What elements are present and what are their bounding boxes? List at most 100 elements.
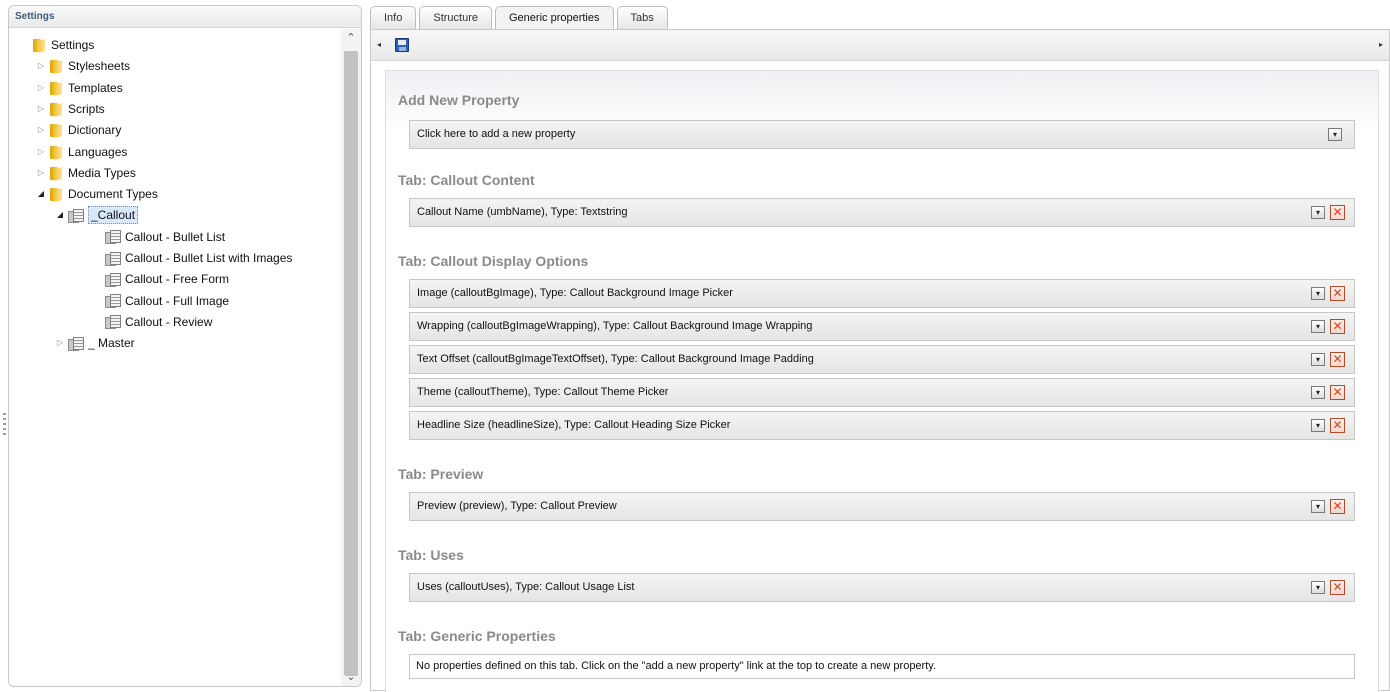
tree-item[interactable]: ▷ Dictionary [36, 120, 121, 140]
expand-arrow-icon[interactable]: ▷ [55, 333, 65, 353]
collapse-arrow-icon[interactable]: ◢ [36, 184, 46, 204]
delete-icon[interactable]: ✕ [1330, 352, 1345, 367]
expand-arrow-icon[interactable]: ▷ [36, 163, 46, 183]
tree-item-label[interactable]: Callout - Full Image [125, 291, 229, 311]
tree-item-label[interactable]: _ Master [88, 333, 135, 353]
delete-icon[interactable]: ✕ [1330, 205, 1345, 220]
chevron-down-icon[interactable]: ▾ [1311, 320, 1325, 333]
delete-icon[interactable]: ✕ [1330, 580, 1345, 595]
property-row[interactable]: Image (calloutBgImage), Type: Callout Ba… [409, 279, 1355, 308]
chevron-down-icon[interactable]: ▾ [1311, 386, 1325, 399]
property-label: Text Offset (calloutBgImageTextOffset), … [417, 353, 814, 365]
property-label: Image (calloutBgImage), Type: Callout Ba… [417, 287, 733, 299]
tree-item[interactable]: ▷ Templates [36, 78, 123, 98]
expand-arrow-icon[interactable]: ▷ [36, 99, 46, 119]
save-icon[interactable] [395, 38, 409, 52]
property-label: Callout Name (umbName), Type: Textstring [417, 206, 628, 218]
settings-tree: Settings ▷ Stylesheets ▷ Templates ▷ Scripts ▷ D… [9, 29, 341, 686]
property-row[interactable]: Callout Name (umbName), Type: Textstring… [409, 198, 1355, 227]
tree-item[interactable]: ▷ _ Master [55, 333, 135, 353]
tree-item-label[interactable]: Templates [68, 78, 123, 98]
document-type-editor: ◂ ▸ Add New Property Click here to add a… [370, 29, 1390, 692]
tree-item[interactable]: Callout - Review [92, 312, 212, 332]
property-label: Uses (calloutUses), Type: Callout Usage … [417, 581, 635, 593]
scroll-down-icon[interactable]: ⌄ [341, 668, 361, 686]
property-row[interactable]: Wrapping (calloutBgImageWrapping), Type:… [409, 312, 1355, 341]
tab-structure[interactable]: Structure [419, 6, 492, 29]
tab-info[interactable]: Info [370, 6, 417, 29]
folder-icon [49, 102, 63, 116]
section-title: Tab: Callout Content [398, 172, 535, 188]
tree-item-label[interactable]: Callout - Bullet List [125, 227, 225, 247]
tree-item-label[interactable]: Dictionary [68, 120, 121, 140]
tree-item-label[interactable]: Languages [68, 142, 127, 162]
delete-icon[interactable]: ✕ [1330, 385, 1345, 400]
tree-item[interactable]: ▷ Scripts [36, 99, 105, 119]
tab-tabs[interactable]: Tabs [616, 6, 668, 29]
delete-icon[interactable]: ✕ [1330, 418, 1345, 433]
tab-bar: Info Structure Generic properties Tabs [370, 6, 671, 29]
collapse-arrow-icon[interactable]: ◢ [55, 205, 65, 225]
document-type-icon [105, 251, 121, 266]
property-row[interactable]: Headline Size (headlineSize), Type: Call… [409, 411, 1355, 440]
expand-arrow-icon[interactable]: ▷ [36, 56, 46, 76]
folder-icon [49, 166, 63, 180]
panel-header: Settings [9, 6, 361, 28]
tree-item[interactable]: Callout - Free Form [92, 269, 229, 289]
scrollbar-thumb[interactable] [344, 51, 358, 676]
chevron-down-icon[interactable]: ▾ [1311, 353, 1325, 366]
chevron-down-icon[interactable]: ▾ [1311, 500, 1325, 513]
expand-arrow-icon[interactable]: ▷ [36, 120, 46, 140]
tree-item[interactable]: ◢ Document Types [36, 184, 158, 204]
tree-item-label[interactable]: Callout - Review [125, 312, 212, 332]
folder-icon [32, 38, 46, 52]
tree-item[interactable]: ▷ Languages [36, 142, 127, 162]
tree-item[interactable]: Callout - Bullet List with Images [92, 248, 292, 268]
section-title: Tab: Callout Display Options [398, 253, 589, 269]
document-type-icon [105, 272, 121, 287]
tree-item-label[interactable]: Document Types [68, 184, 158, 204]
panel-splitter-handle[interactable] [3, 413, 6, 437]
chevron-down-icon[interactable]: ▾ [1311, 581, 1325, 594]
toolbar-scroll-left-icon[interactable]: ◂ [377, 40, 381, 49]
expand-arrow-icon[interactable]: ▷ [36, 78, 46, 98]
tree-item-label[interactable]: Stylesheets [68, 56, 130, 76]
tree-scrollbar[interactable]: ⌃ ⌄ [341, 29, 361, 686]
property-row[interactable]: Uses (calloutUses), Type: Callout Usage … [409, 573, 1355, 602]
property-label: Headline Size (headlineSize), Type: Call… [417, 419, 731, 431]
chevron-down-icon[interactable]: ▾ [1311, 287, 1325, 300]
delete-icon[interactable]: ✕ [1330, 286, 1345, 301]
tree-item[interactable]: Callout - Bullet List [92, 227, 225, 247]
document-type-icon [68, 336, 84, 351]
toolbar: ◂ ▸ [371, 30, 1389, 61]
document-type-icon [68, 208, 84, 223]
delete-icon[interactable]: ✕ [1330, 499, 1345, 514]
folder-icon [49, 59, 63, 74]
properties-content: Add New Property Click here to add a new… [385, 70, 1379, 692]
folder-icon [49, 81, 63, 95]
tree-item-label[interactable]: Media Types [68, 163, 136, 183]
expand-arrow-icon[interactable]: ▷ [36, 142, 46, 162]
chevron-down-icon[interactable]: ▾ [1311, 419, 1325, 432]
tree-item-label[interactable]: Scripts [68, 99, 105, 119]
chevron-down-icon[interactable]: ▾ [1328, 128, 1342, 141]
tree-item-label[interactable]: _Callout [88, 206, 139, 225]
property-row[interactable]: Preview (preview), Type: Callout Preview… [409, 492, 1355, 521]
tree-item-label[interactable]: Callout - Bullet List with Images [125, 248, 292, 268]
toolbar-scroll-right-icon[interactable]: ▸ [1379, 40, 1383, 49]
property-row[interactable]: Text Offset (calloutBgImageTextOffset), … [409, 345, 1355, 374]
delete-icon[interactable]: ✕ [1330, 319, 1345, 334]
add-new-property-title: Add New Property [398, 92, 520, 108]
tree-item-label[interactable]: Settings [51, 35, 94, 55]
tree-item[interactable]: ◢ _Callout [55, 205, 139, 225]
tree-item[interactable]: ▷ Stylesheets [36, 56, 130, 76]
tree-item[interactable]: ▷ Media Types [36, 163, 136, 183]
add-new-property-link[interactable]: Click here to add a new property ▾ [409, 120, 1355, 149]
chevron-down-icon[interactable]: ▾ [1311, 206, 1325, 219]
tab-generic-properties[interactable]: Generic properties [495, 6, 614, 29]
scroll-up-icon[interactable]: ⌃ [341, 29, 361, 47]
tree-item-label[interactable]: Callout - Free Form [125, 269, 229, 289]
property-row[interactable]: Theme (calloutTheme), Type: Callout Them… [409, 378, 1355, 407]
tree-item[interactable]: Callout - Full Image [92, 291, 229, 311]
tree-item[interactable]: Settings [19, 35, 94, 55]
